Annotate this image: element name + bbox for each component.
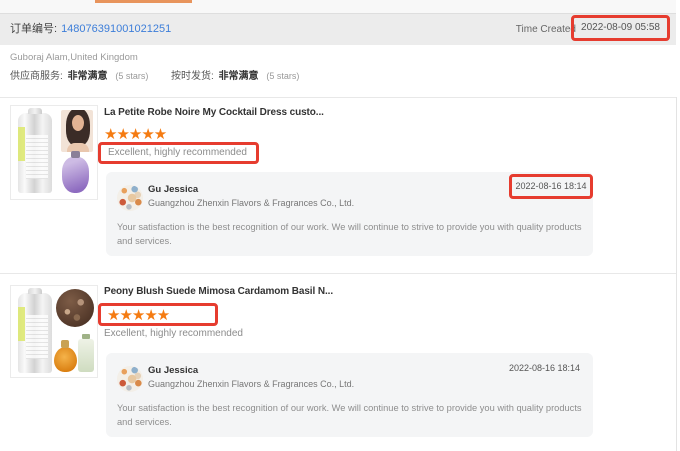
bottle-label-graphic: [18, 307, 25, 341]
aluminum-bottle-graphic: [18, 293, 52, 373]
reply-date-1-annotation: 2022-08-16 18:14: [509, 174, 593, 199]
order-number-label: 订单编号:: [10, 23, 57, 35]
review-item-1: La Petite Robe Noire My Cocktail Dress c…: [0, 97, 676, 273]
bottle-label-graphic: [18, 127, 25, 161]
on-time-shipment-value: 非常满意: [219, 71, 259, 82]
reply-date-2: 2022-08-16 18:14: [509, 363, 580, 373]
model-photo-graphic: [61, 110, 93, 152]
review-item-2: Peony Blush Suede Mimosa Cardamom Basil …: [0, 273, 676, 451]
star-rating-1: ★★★★★: [104, 127, 166, 142]
supplier-reply-2: Gu Jessica Guangzhou Zhenxin Flavors & F…: [106, 353, 593, 437]
supplier-reply-1: Gu Jessica Guangzhou Zhenxin Flavors & F…: [106, 172, 593, 256]
ingredient-photo-graphic: [56, 289, 94, 327]
product-title-2[interactable]: Peony Blush Suede Mimosa Cardamom Basil …: [104, 286, 333, 297]
product-title-1[interactable]: La Petite Robe Noire My Cocktail Dress c…: [104, 107, 324, 118]
green-bottle-graphic: [78, 339, 94, 372]
orange-perfume-bottle-graphic: [54, 347, 77, 372]
star-rating-2-annotation: ★★★★★: [98, 303, 218, 326]
product-image-2[interactable]: [10, 285, 98, 378]
on-time-shipment-label: 按时发货:: [171, 71, 214, 82]
order-header-bar: 订单编号: 148076391001021251 Time Created 202…: [0, 14, 676, 45]
tab-strip: [0, 0, 676, 14]
avatar: [117, 185, 143, 211]
on-time-shipment-rating: 按时发货: 非常满意 (5 stars): [171, 67, 299, 82]
supplier-service-value: 非常满意: [68, 71, 108, 82]
purple-perfume-bottle-graphic: [62, 157, 89, 193]
replier-name: Gu Jessica: [148, 184, 198, 195]
product-image-1[interactable]: [10, 105, 98, 200]
time-created-label: Time Created: [516, 14, 576, 45]
avatar: [117, 366, 143, 392]
active-tab-indicator: [95, 0, 192, 3]
replier-company: Guangzhou Zhenxin Flavors & Fragrances C…: [148, 198, 354, 208]
reply-body-1: Your satisfaction is the best recognitio…: [117, 220, 582, 248]
bottle-paper-label-graphic: [26, 135, 48, 179]
feedback-page: 订单编号: 148076391001021251 Time Created 202…: [0, 0, 680, 451]
order-number-link[interactable]: 148076391001021251: [61, 23, 171, 35]
order-number-line: 订单编号: 148076391001021251: [10, 14, 171, 45]
time-created-value-annotation: 2022-08-09 05:58: [571, 15, 670, 41]
replier-company: Guangzhou Zhenxin Flavors & Fragrances C…: [148, 379, 354, 389]
face-graphic: [72, 115, 84, 131]
reply-body-2: Your satisfaction is the best recognitio…: [117, 401, 582, 429]
aluminum-bottle-graphic: [18, 113, 52, 193]
buyer-comment-2: Excellent, highly recommended: [104, 328, 243, 339]
buyer-name-country: Guboraj Alam,United Kingdom: [10, 52, 138, 63]
on-time-shipment-stars-note: (5 stars): [266, 71, 299, 81]
supplier-service-label: 供应商服务:: [10, 71, 63, 82]
replier-name: Gu Jessica: [148, 365, 198, 376]
supplier-service-stars-note: (5 stars): [115, 71, 148, 81]
bottle-paper-label-graphic: [26, 315, 48, 359]
buyer-comment-1-annotation: Excellent, highly recommended: [98, 142, 259, 164]
supplier-service-rating: 供应商服务: 非常满意 (5 stars): [10, 67, 148, 82]
content-right-border: [676, 97, 677, 451]
